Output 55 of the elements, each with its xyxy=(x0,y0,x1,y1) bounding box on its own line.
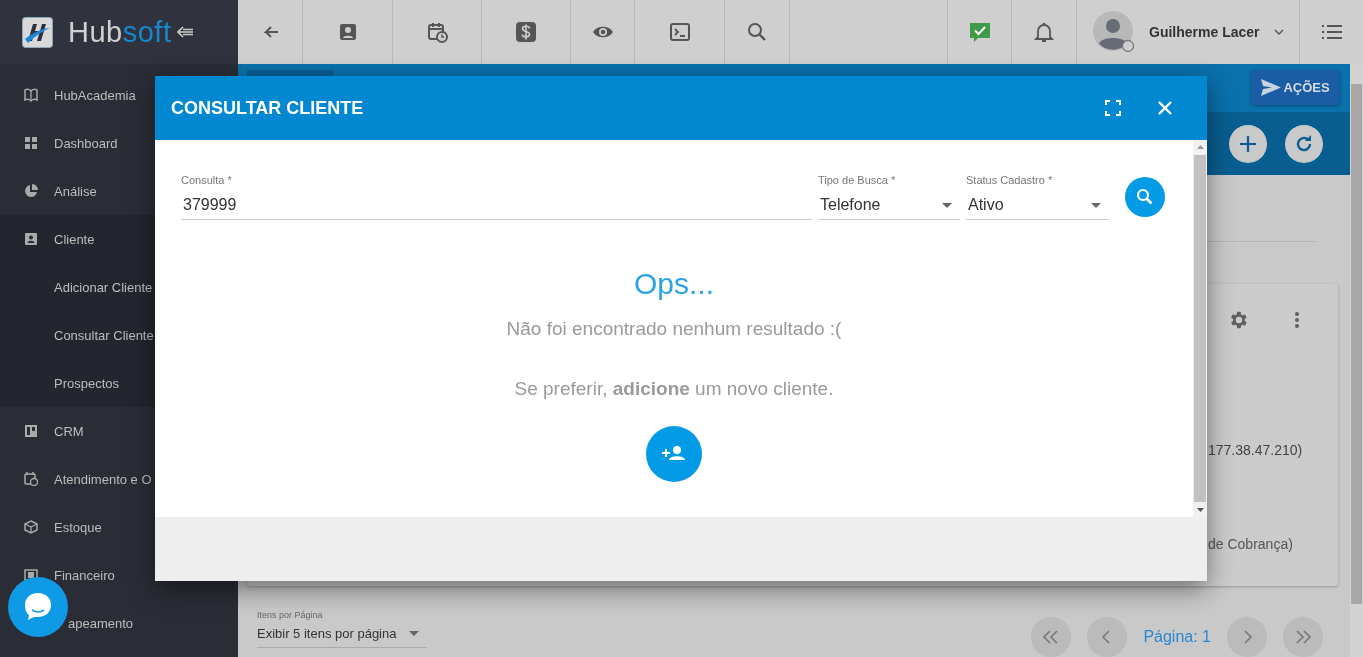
search-icon[interactable] xyxy=(746,21,768,43)
refresh-button[interactable] xyxy=(1285,124,1323,163)
card-text: 177.38.47.210) xyxy=(1208,442,1304,458)
bell-icon[interactable] xyxy=(1033,21,1055,43)
empty-hint: Se preferir, adicione um novo cliente. xyxy=(514,378,834,400)
sidebar-item[interactable]: Atendimento e O xyxy=(0,455,238,503)
dialog-title: CONSULTAR CLIENTE xyxy=(171,97,365,119)
calendar-clock-icon xyxy=(24,472,38,486)
sidebar-item[interactable]: Dashboard xyxy=(0,119,238,167)
box-icon xyxy=(24,520,38,534)
terminal-icon[interactable] xyxy=(668,21,691,43)
chat-check-icon[interactable] xyxy=(968,21,991,43)
scroll-down-icon[interactable] xyxy=(1196,508,1204,512)
empty-message: Não foi encontrado nenhum resultado :( xyxy=(506,318,842,340)
field-label: Tipo de Busca * xyxy=(818,174,897,188)
select-field[interactable]: Ativo xyxy=(966,193,1109,220)
more-icon[interactable] xyxy=(1295,312,1299,328)
add-button[interactable] xyxy=(1229,124,1267,163)
list-menu-icon[interactable] xyxy=(1321,24,1342,40)
dropdown-icon xyxy=(409,631,419,636)
close-icon[interactable] xyxy=(1157,100,1173,116)
search-button[interactable] xyxy=(1125,177,1165,217)
sidebar-item[interactable]: CRM xyxy=(0,407,238,455)
logo-icon xyxy=(22,16,53,48)
caret-icon[interactable] xyxy=(1273,29,1284,35)
avatar-icon xyxy=(1093,11,1135,53)
sidebar-item[interactable]: apeamento xyxy=(0,599,238,647)
field-label: Consulta * xyxy=(181,174,233,188)
pie-chart-icon xyxy=(24,184,38,198)
logo-text: Hubsoft xyxy=(68,15,172,49)
book-icon xyxy=(24,88,38,102)
send-icon xyxy=(1261,79,1282,96)
field-label: Status Cadastro * xyxy=(966,174,1054,188)
fullscreen-icon[interactable] xyxy=(1105,100,1121,116)
grid-icon xyxy=(24,136,38,150)
contact-card-icon xyxy=(24,232,38,246)
card-text: de Cobrança) xyxy=(1208,536,1294,552)
dropdown-icon xyxy=(942,202,952,208)
dollar-icon[interactable] xyxy=(515,21,537,43)
collapse-icon[interactable] xyxy=(177,26,195,38)
items-per-page-select[interactable]: Exibir 5 itens por página xyxy=(257,626,427,648)
scrollbar[interactable] xyxy=(1350,64,1363,657)
scroll-up-icon[interactable] xyxy=(1196,145,1204,149)
board-icon xyxy=(24,424,38,438)
field-label: Itens por Página xyxy=(257,610,324,620)
sidebar-item[interactable]: Estoque xyxy=(0,503,238,551)
empty-heading: Ops... xyxy=(634,267,714,301)
dropdown-icon xyxy=(1091,202,1101,208)
page-indicator: Página: 1 xyxy=(1143,628,1211,646)
user-name[interactable]: Guilherme Lacer xyxy=(1149,24,1260,40)
add-person-button[interactable] xyxy=(646,426,702,482)
actions-button[interactable]: AÇÕES xyxy=(1251,70,1340,105)
scrollbar[interactable] xyxy=(1193,140,1207,517)
select-field[interactable]: Telefone xyxy=(818,193,960,220)
calendar-clock-icon[interactable] xyxy=(426,21,448,43)
